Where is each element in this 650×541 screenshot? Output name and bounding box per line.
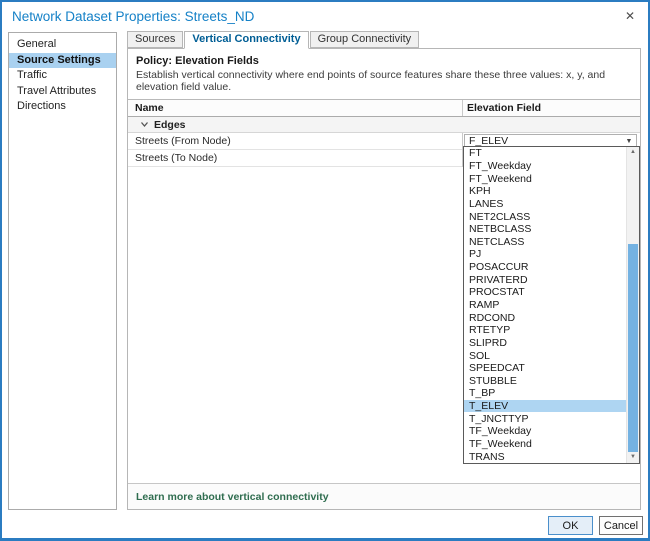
dropdown-item-list: FTFT_WeekdayFT_WeekendKPHLANESNET2CLASSN… bbox=[464, 147, 626, 463]
network-dataset-properties-dialog: Network Dataset Properties: Streets_ND ✕… bbox=[0, 0, 650, 541]
dropdown-item-tf-weekday[interactable]: TF_Weekday bbox=[464, 425, 626, 438]
column-header-name: Name bbox=[128, 100, 462, 116]
dropdown-item-sol[interactable]: SOL bbox=[464, 349, 626, 362]
learn-more-bar: Learn more about vertical connectivity bbox=[128, 483, 640, 509]
dropdown-scrollbar[interactable]: ▲ ▼ bbox=[626, 147, 639, 463]
dropdown-item-netclass[interactable]: NETCLASS bbox=[464, 235, 626, 248]
scrollbar-track[interactable] bbox=[627, 158, 639, 452]
scroll-up-icon[interactable]: ▲ bbox=[627, 147, 639, 158]
dropdown-item-speedcat[interactable]: SPEEDCAT bbox=[464, 362, 626, 375]
policy-description: Establish vertical connectivity where en… bbox=[128, 68, 640, 99]
tab-vertical-connectivity[interactable]: Vertical Connectivity bbox=[184, 31, 308, 49]
tab-sources[interactable]: Sources bbox=[127, 31, 183, 48]
dropdown-item-stubble[interactable]: STUBBLE bbox=[464, 375, 626, 388]
dropdown-item-t-jncttyp[interactable]: T_JNCTTYP bbox=[464, 412, 626, 425]
policy-heading: Policy: Elevation Fields bbox=[128, 49, 640, 68]
sidebar-item-general[interactable]: General bbox=[9, 37, 116, 53]
dropdown-item-ramp[interactable]: RAMP bbox=[464, 299, 626, 312]
tab-group-connectivity[interactable]: Group Connectivity bbox=[310, 31, 420, 48]
tab-bar: SourcesVertical ConnectivityGroup Connec… bbox=[127, 31, 641, 48]
dropdown-item-ft[interactable]: FT bbox=[464, 147, 626, 160]
sidebar-item-source-settings[interactable]: Source Settings bbox=[9, 53, 116, 69]
row-name-label: Streets (From Node) bbox=[128, 133, 462, 149]
dropdown-item-t-bp[interactable]: T_BP bbox=[464, 387, 626, 400]
dropdown-item-rtetyp[interactable]: RTETYP bbox=[464, 324, 626, 337]
title-bar: Network Dataset Properties: Streets_ND ✕ bbox=[2, 2, 648, 32]
dropdown-item-privaterd[interactable]: PRIVATERD bbox=[464, 273, 626, 286]
close-icon[interactable]: ✕ bbox=[625, 9, 635, 23]
dropdown-item-posaccur[interactable]: POSACCUR bbox=[464, 261, 626, 274]
dialog-title: Network Dataset Properties: Streets_ND bbox=[12, 9, 254, 24]
sidebar-item-traffic[interactable]: Traffic bbox=[9, 68, 116, 84]
dropdown-item-ft-weekend[interactable]: FT_Weekend bbox=[464, 172, 626, 185]
dropdown-item-t-elev[interactable]: T_ELEV bbox=[464, 400, 626, 413]
dropdown-item-procstat[interactable]: PROCSTAT bbox=[464, 286, 626, 299]
cancel-button[interactable]: Cancel bbox=[599, 516, 643, 535]
sidebar-item-directions[interactable]: Directions bbox=[9, 99, 116, 115]
group-row-edges[interactable]: Edges bbox=[128, 117, 640, 133]
dropdown-item-tf-weekend[interactable]: TF_Weekend bbox=[464, 438, 626, 451]
scrollbar-thumb[interactable] bbox=[628, 244, 638, 452]
chevron-down-icon bbox=[140, 120, 149, 129]
table-header-row: Name Elevation Field bbox=[128, 100, 640, 117]
dropdown-item-lanes[interactable]: LANES bbox=[464, 198, 626, 211]
dropdown-item-pj[interactable]: PJ bbox=[464, 248, 626, 261]
dropdown-item-ft-weekday[interactable]: FT_Weekday bbox=[464, 160, 626, 173]
scroll-down-icon[interactable]: ▼ bbox=[627, 452, 639, 463]
dropdown-item-kph[interactable]: KPH bbox=[464, 185, 626, 198]
ok-button[interactable]: OK bbox=[548, 516, 593, 535]
sidebar-item-travel-attributes[interactable]: Travel Attributes bbox=[9, 84, 116, 100]
sidebar: GeneralSource SettingsTrafficTravel Attr… bbox=[8, 32, 117, 510]
elevation-field-dropdown-popup: FTFT_WeekdayFT_WeekendKPHLANESNET2CLASSN… bbox=[463, 146, 640, 464]
dropdown-item-trans[interactable]: TRANS bbox=[464, 450, 626, 463]
group-label: Edges bbox=[154, 119, 186, 131]
learn-more-link[interactable]: Learn more about vertical connectivity bbox=[136, 491, 329, 503]
row-name-label: Streets (To Node) bbox=[128, 150, 462, 166]
dropdown-item-sliprd[interactable]: SLIPRD bbox=[464, 337, 626, 350]
dropdown-item-net2class[interactable]: NET2CLASS bbox=[464, 210, 626, 223]
dropdown-item-rdcond[interactable]: RDCOND bbox=[464, 311, 626, 324]
dropdown-item-netbclass[interactable]: NETBCLASS bbox=[464, 223, 626, 236]
column-header-elevation-field: Elevation Field bbox=[462, 100, 640, 116]
